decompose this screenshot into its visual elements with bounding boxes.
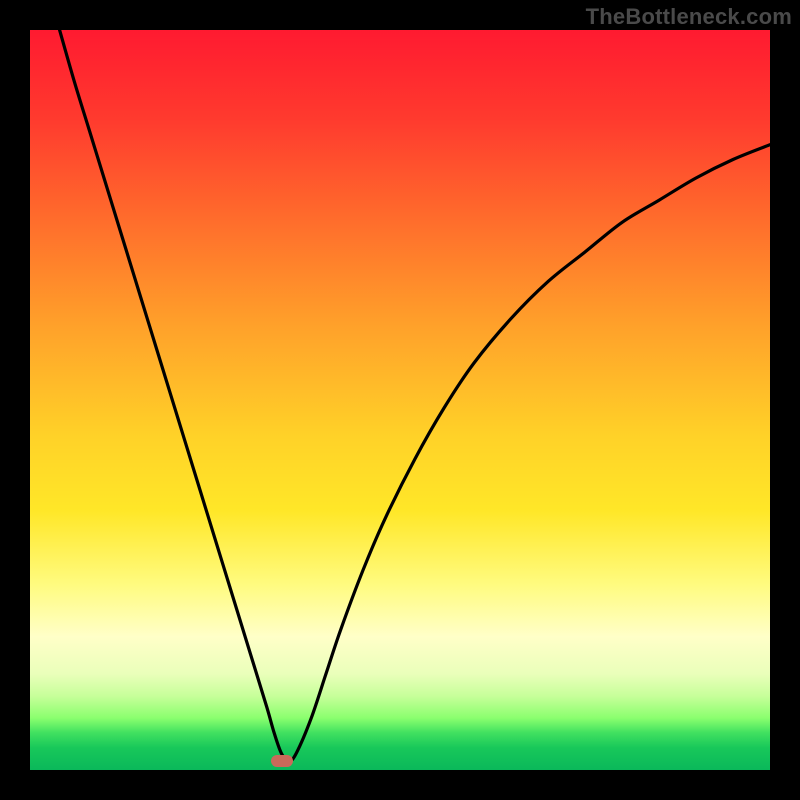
curve-svg [30, 30, 770, 770]
chart-frame: TheBottleneck.com [0, 0, 800, 800]
optimal-marker [271, 755, 293, 767]
bottleneck-curve [60, 30, 770, 761]
plot-area [30, 30, 770, 770]
watermark-text: TheBottleneck.com [586, 4, 792, 30]
